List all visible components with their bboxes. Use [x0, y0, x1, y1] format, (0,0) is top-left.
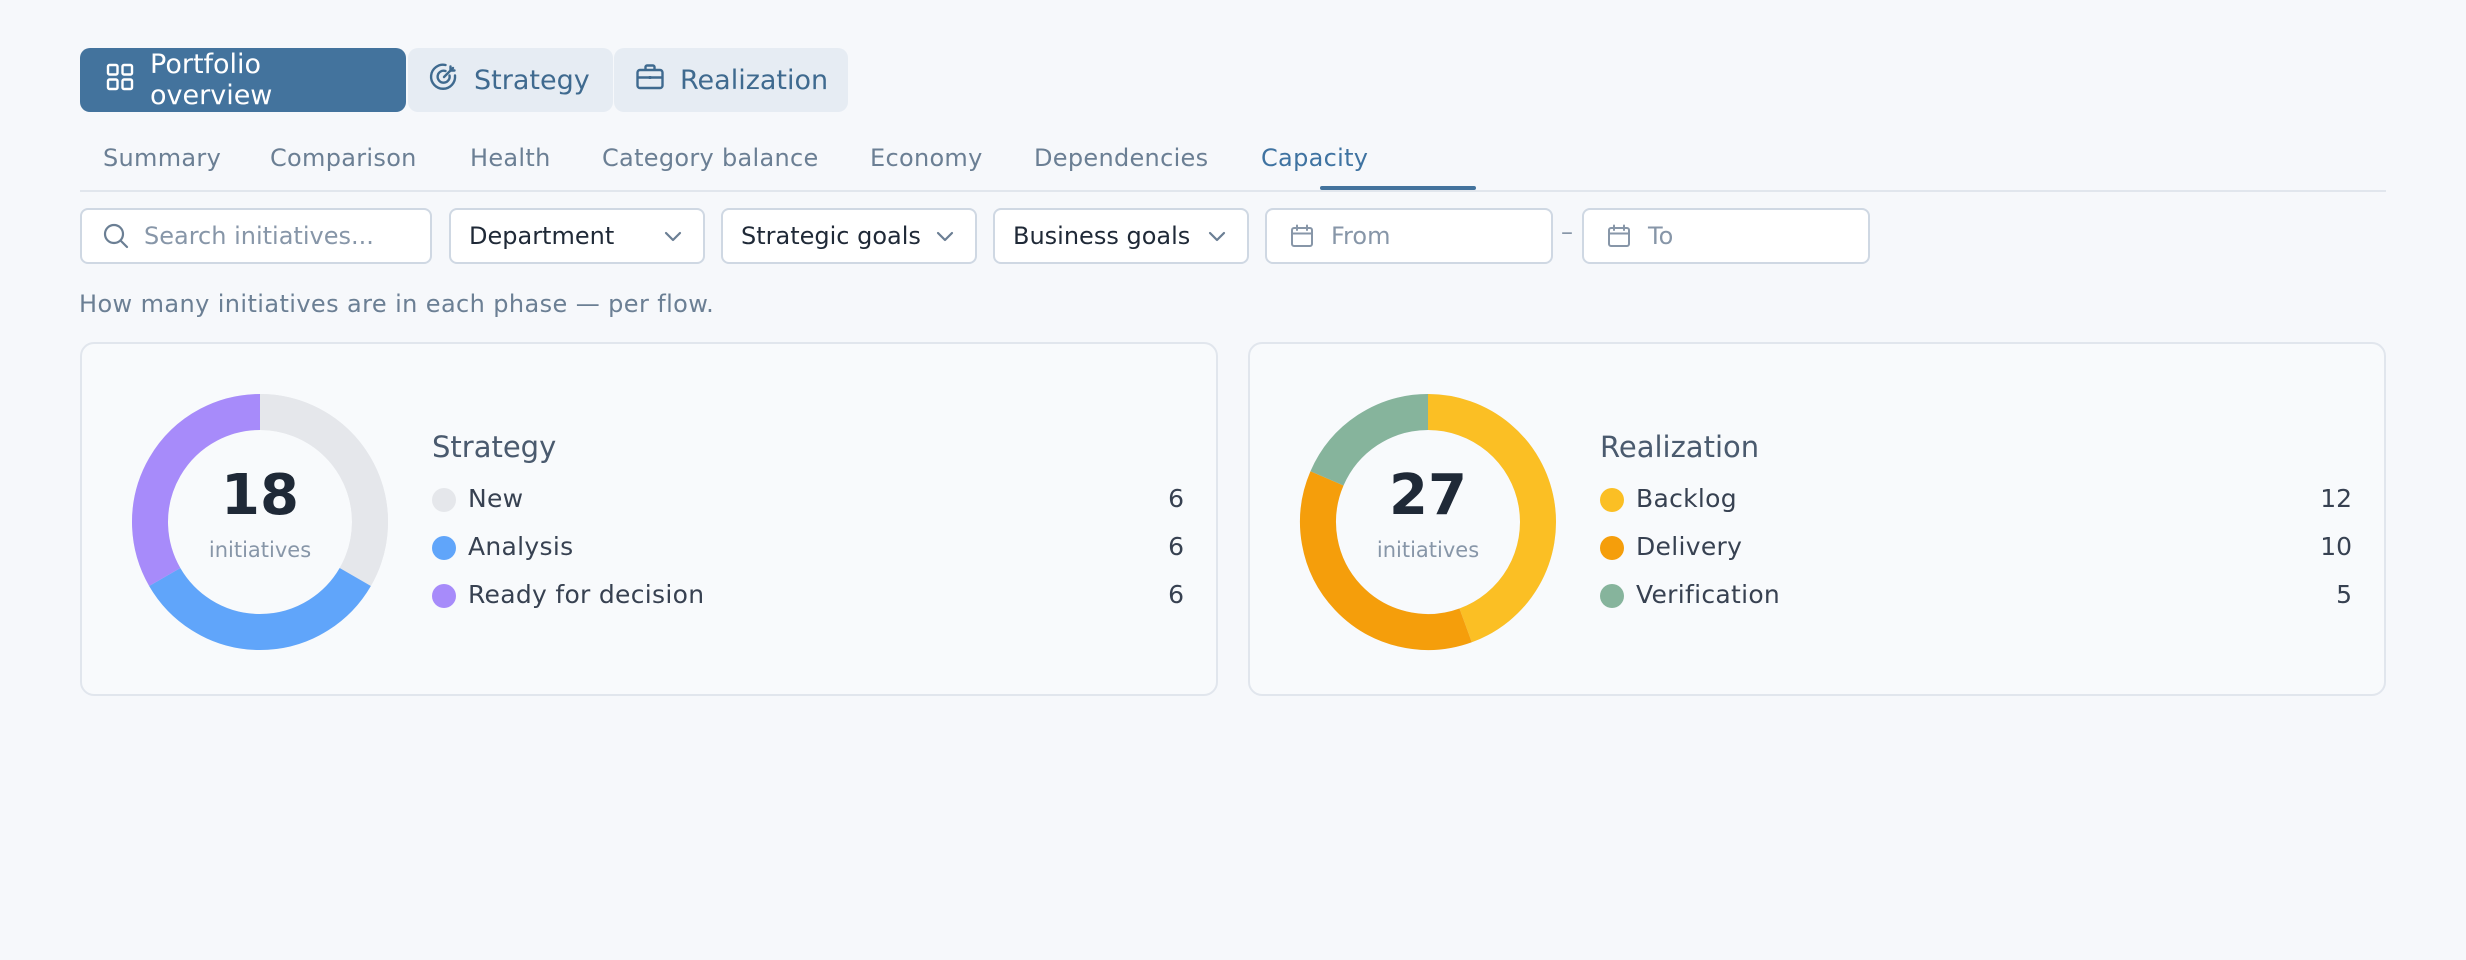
department-select-label: Department — [469, 222, 615, 250]
legend-swatch — [432, 584, 456, 608]
search-input[interactable]: Search initiatives... — [80, 208, 432, 264]
portfolio-overview-label: Portfolio overview — [150, 49, 273, 111]
section-caption: How many initiatives are in each phase —… — [79, 290, 715, 318]
strategic-goals-select[interactable]: Strategic goals — [721, 208, 977, 264]
legend-item-verification: Verification 5 — [1600, 576, 2352, 616]
strategy-label: Strategy — [474, 64, 590, 96]
strategy-total-unit: initiatives — [208, 538, 312, 562]
legend-swatch — [1600, 536, 1624, 560]
donut-segment-analysis — [149, 567, 371, 650]
realization-card-title: Realization — [1600, 430, 1760, 464]
legend-item-backlog: Backlog 12 — [1600, 480, 2352, 520]
legend-value: 6 — [1168, 532, 1184, 561]
legend-value: 6 — [1168, 484, 1184, 513]
realization-total-unit: initiatives — [1376, 538, 1480, 562]
legend-label: Analysis — [468, 532, 574, 561]
subtab-bar: Summary Comparison Health Category balan… — [80, 136, 2386, 192]
realization-flow-card: 27 initiatives Realization Backlog 12 De… — [1248, 342, 2386, 696]
tab-comparison[interactable]: Comparison — [270, 144, 417, 172]
search-placeholder: Search initiatives... — [144, 222, 374, 250]
legend-label: Verification — [1636, 580, 1781, 609]
legend-value: 5 — [2336, 580, 2352, 609]
chevron-down-icon — [661, 224, 685, 248]
to-date-input[interactable]: To — [1582, 208, 1870, 264]
legend-label: Ready for decision — [468, 580, 705, 609]
date-range-separator: – — [1561, 218, 1573, 246]
legend-item-delivery: Delivery 10 — [1600, 528, 2352, 568]
from-date-placeholder: From — [1331, 222, 1391, 250]
strategy-total: 18 — [221, 463, 299, 528]
chevron-down-icon — [933, 224, 957, 248]
legend-label: Delivery — [1636, 532, 1743, 561]
calendar-icon — [1289, 223, 1315, 249]
legend-swatch — [1600, 584, 1624, 608]
legend-item-new: New 6 — [432, 480, 1184, 520]
calendar-icon — [1606, 223, 1632, 249]
realization-button[interactable]: Realization — [614, 48, 848, 112]
realization-total: 27 — [1389, 463, 1467, 528]
legend-value: 6 — [1168, 580, 1184, 609]
from-date-input[interactable]: From — [1265, 208, 1553, 264]
tab-dependencies[interactable]: Dependencies — [1034, 144, 1208, 172]
legend-swatch — [432, 536, 456, 560]
realization-label: Realization — [680, 64, 829, 96]
portfolio-overview-button[interactable]: Portfolio overview — [80, 48, 406, 112]
chevron-down-icon — [1205, 224, 1229, 248]
strategic-goals-select-label: Strategic goals — [741, 222, 921, 250]
legend-item-ready-for-decision: Ready for decision 6 — [432, 576, 1184, 616]
strategy-donut-chart: 18 initiatives — [130, 392, 390, 652]
tab-summary[interactable]: Summary — [103, 144, 221, 172]
legend-value: 12 — [2320, 484, 2352, 513]
tab-economy[interactable]: Economy — [870, 144, 983, 172]
grid-icon — [104, 61, 136, 100]
target-icon — [428, 61, 460, 100]
business-goals-select-label: Business goals — [1013, 222, 1191, 250]
strategy-button[interactable]: Strategy — [408, 48, 613, 112]
search-icon — [102, 222, 130, 250]
legend-label: Backlog — [1636, 484, 1737, 513]
legend-swatch — [432, 488, 456, 512]
legend-swatch — [1600, 488, 1624, 512]
strategy-card-title: Strategy — [432, 430, 557, 464]
legend-label: New — [468, 484, 524, 513]
realization-donut-chart: 27 initiatives — [1298, 392, 1558, 652]
briefcase-icon — [634, 61, 666, 100]
legend-value: 10 — [2320, 532, 2352, 561]
view-switch: Portfolio overview Strategy Realization — [80, 48, 848, 112]
department-select[interactable]: Department — [449, 208, 705, 264]
tab-capacity[interactable]: Capacity — [1261, 144, 1368, 172]
to-date-placeholder: To — [1648, 222, 1674, 250]
legend-item-analysis: Analysis 6 — [432, 528, 1184, 568]
business-goals-select[interactable]: Business goals — [993, 208, 1249, 264]
strategy-flow-card: 18 initiatives Strategy New 6 Analysis 6… — [80, 342, 1218, 696]
tab-health[interactable]: Health — [470, 144, 551, 172]
tab-category-balance[interactable]: Category balance — [602, 144, 819, 172]
active-tab-indicator — [1320, 186, 1476, 190]
